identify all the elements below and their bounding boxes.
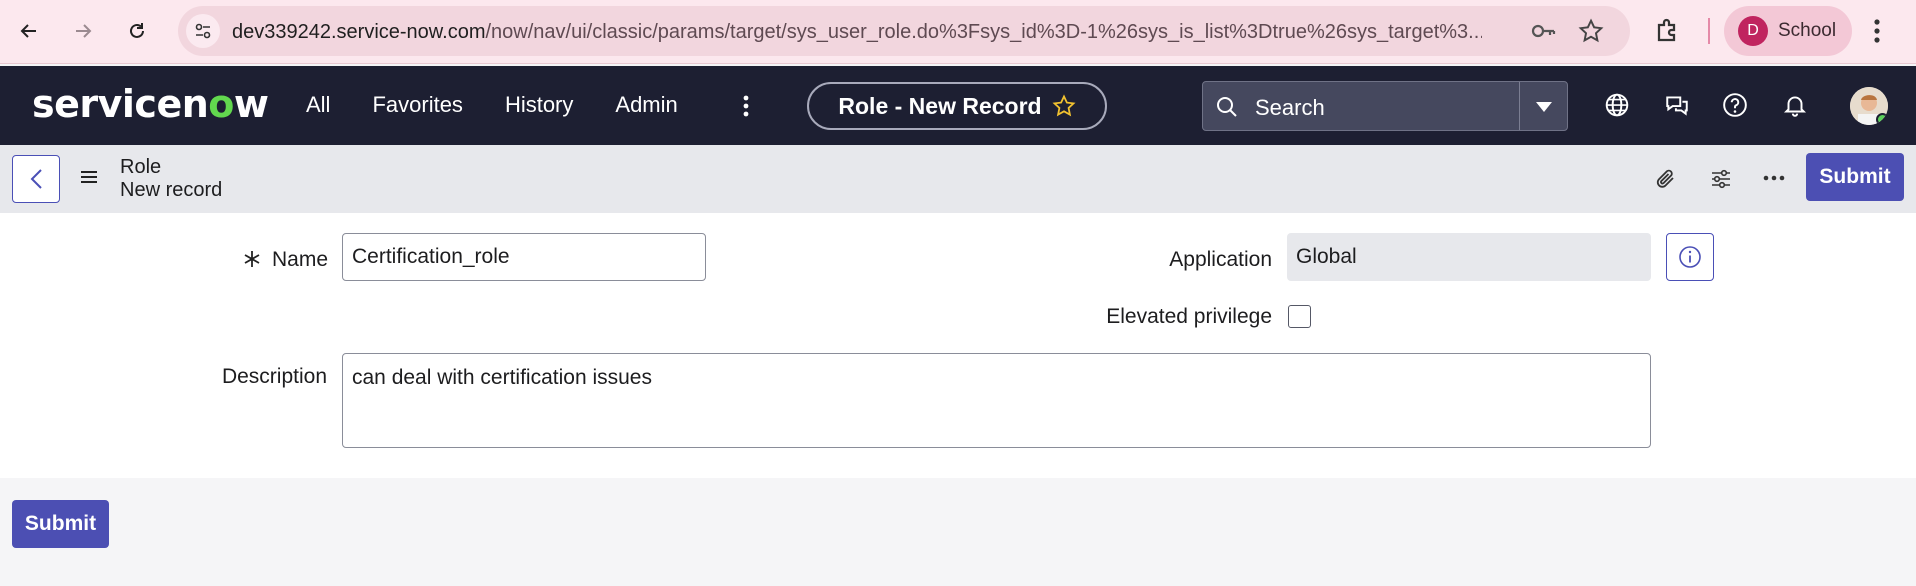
globe-icon[interactable] [1604,92,1630,118]
extensions-puzzle-icon[interactable] [1654,15,1684,50]
elevated-privilege-label: Elevated privilege [1106,305,1272,328]
record-title-pill[interactable]: Role - New Record [807,82,1107,130]
submit-button-bottom[interactable]: Submit [12,500,109,548]
global-search[interactable]: Search [1202,81,1568,131]
address-bar[interactable]: dev339242.service-now.com/now/nav/ui/cla… [178,6,1630,56]
chat-icon[interactable] [1664,92,1690,118]
submit-button-top[interactable]: Submit [1806,153,1904,201]
servicenow-logo[interactable]: servicenow [32,82,269,126]
bookmark-star-icon[interactable] [1578,18,1604,49]
more-actions-icon[interactable] [1763,175,1785,181]
profile-avatar: D [1738,16,1768,46]
attachment-paperclip-icon[interactable] [1654,167,1678,191]
application-label: Application [1169,248,1272,271]
reload-icon[interactable] [120,14,154,48]
personalize-sliders-icon[interactable] [1709,167,1733,191]
hamburger-menu-icon[interactable] [80,169,98,185]
online-status-dot [1876,113,1888,125]
back-arrow-icon[interactable] [12,14,46,48]
nav-all[interactable]: All [306,92,330,118]
application-field: Global [1287,233,1651,281]
application-info-button[interactable] [1666,233,1714,281]
favorite-star-icon[interactable] [1052,94,1076,118]
more-menu-icon[interactable] [742,94,750,123]
record-title: Role - New Record [838,92,1042,119]
url-text: dev339242.service-now.com/now/nav/ui/cla… [232,21,1482,43]
chevron-down-icon[interactable] [1535,101,1553,113]
password-key-icon[interactable] [1530,18,1556,49]
main-nav: All Favorites History Admin [306,92,720,118]
user-avatar[interactable] [1850,87,1888,125]
profile-label: School [1778,20,1837,41]
browser-menu-icon[interactable] [1872,16,1882,51]
nav-admin[interactable]: Admin [615,92,677,118]
info-icon [1679,246,1701,268]
elevated-privilege-checkbox[interactable] [1288,305,1311,328]
nav-history[interactable]: History [505,92,573,118]
notifications-bell-icon[interactable] [1782,92,1808,118]
profile-button[interactable]: D School [1724,6,1852,56]
search-input[interactable]: Search [1255,95,1325,121]
nav-favorites[interactable]: Favorites [372,92,462,118]
site-settings-icon[interactable] [186,14,220,48]
search-divider [1519,82,1520,130]
search-icon [1217,97,1237,117]
chevron-left-icon [30,169,42,189]
back-button[interactable] [12,155,60,203]
browser-toolbar: dev339242.service-now.com/now/nav/ui/cla… [0,0,1916,64]
form-subtitle: New record [120,179,223,201]
name-label: Name [272,248,329,271]
toolbar-separator [1708,18,1710,44]
name-input[interactable] [342,233,706,281]
help-icon[interactable] [1722,92,1748,118]
form-header: Role New record Submit [0,145,1916,213]
description-label: Description [221,365,327,388]
form-title: Role [120,156,162,178]
role-form: Name Application Global Elevated privile… [0,213,1916,478]
description-textarea[interactable]: can deal with certification issues [342,353,1651,448]
forward-arrow-icon[interactable] [66,14,100,48]
required-asterisk-icon [244,251,260,267]
